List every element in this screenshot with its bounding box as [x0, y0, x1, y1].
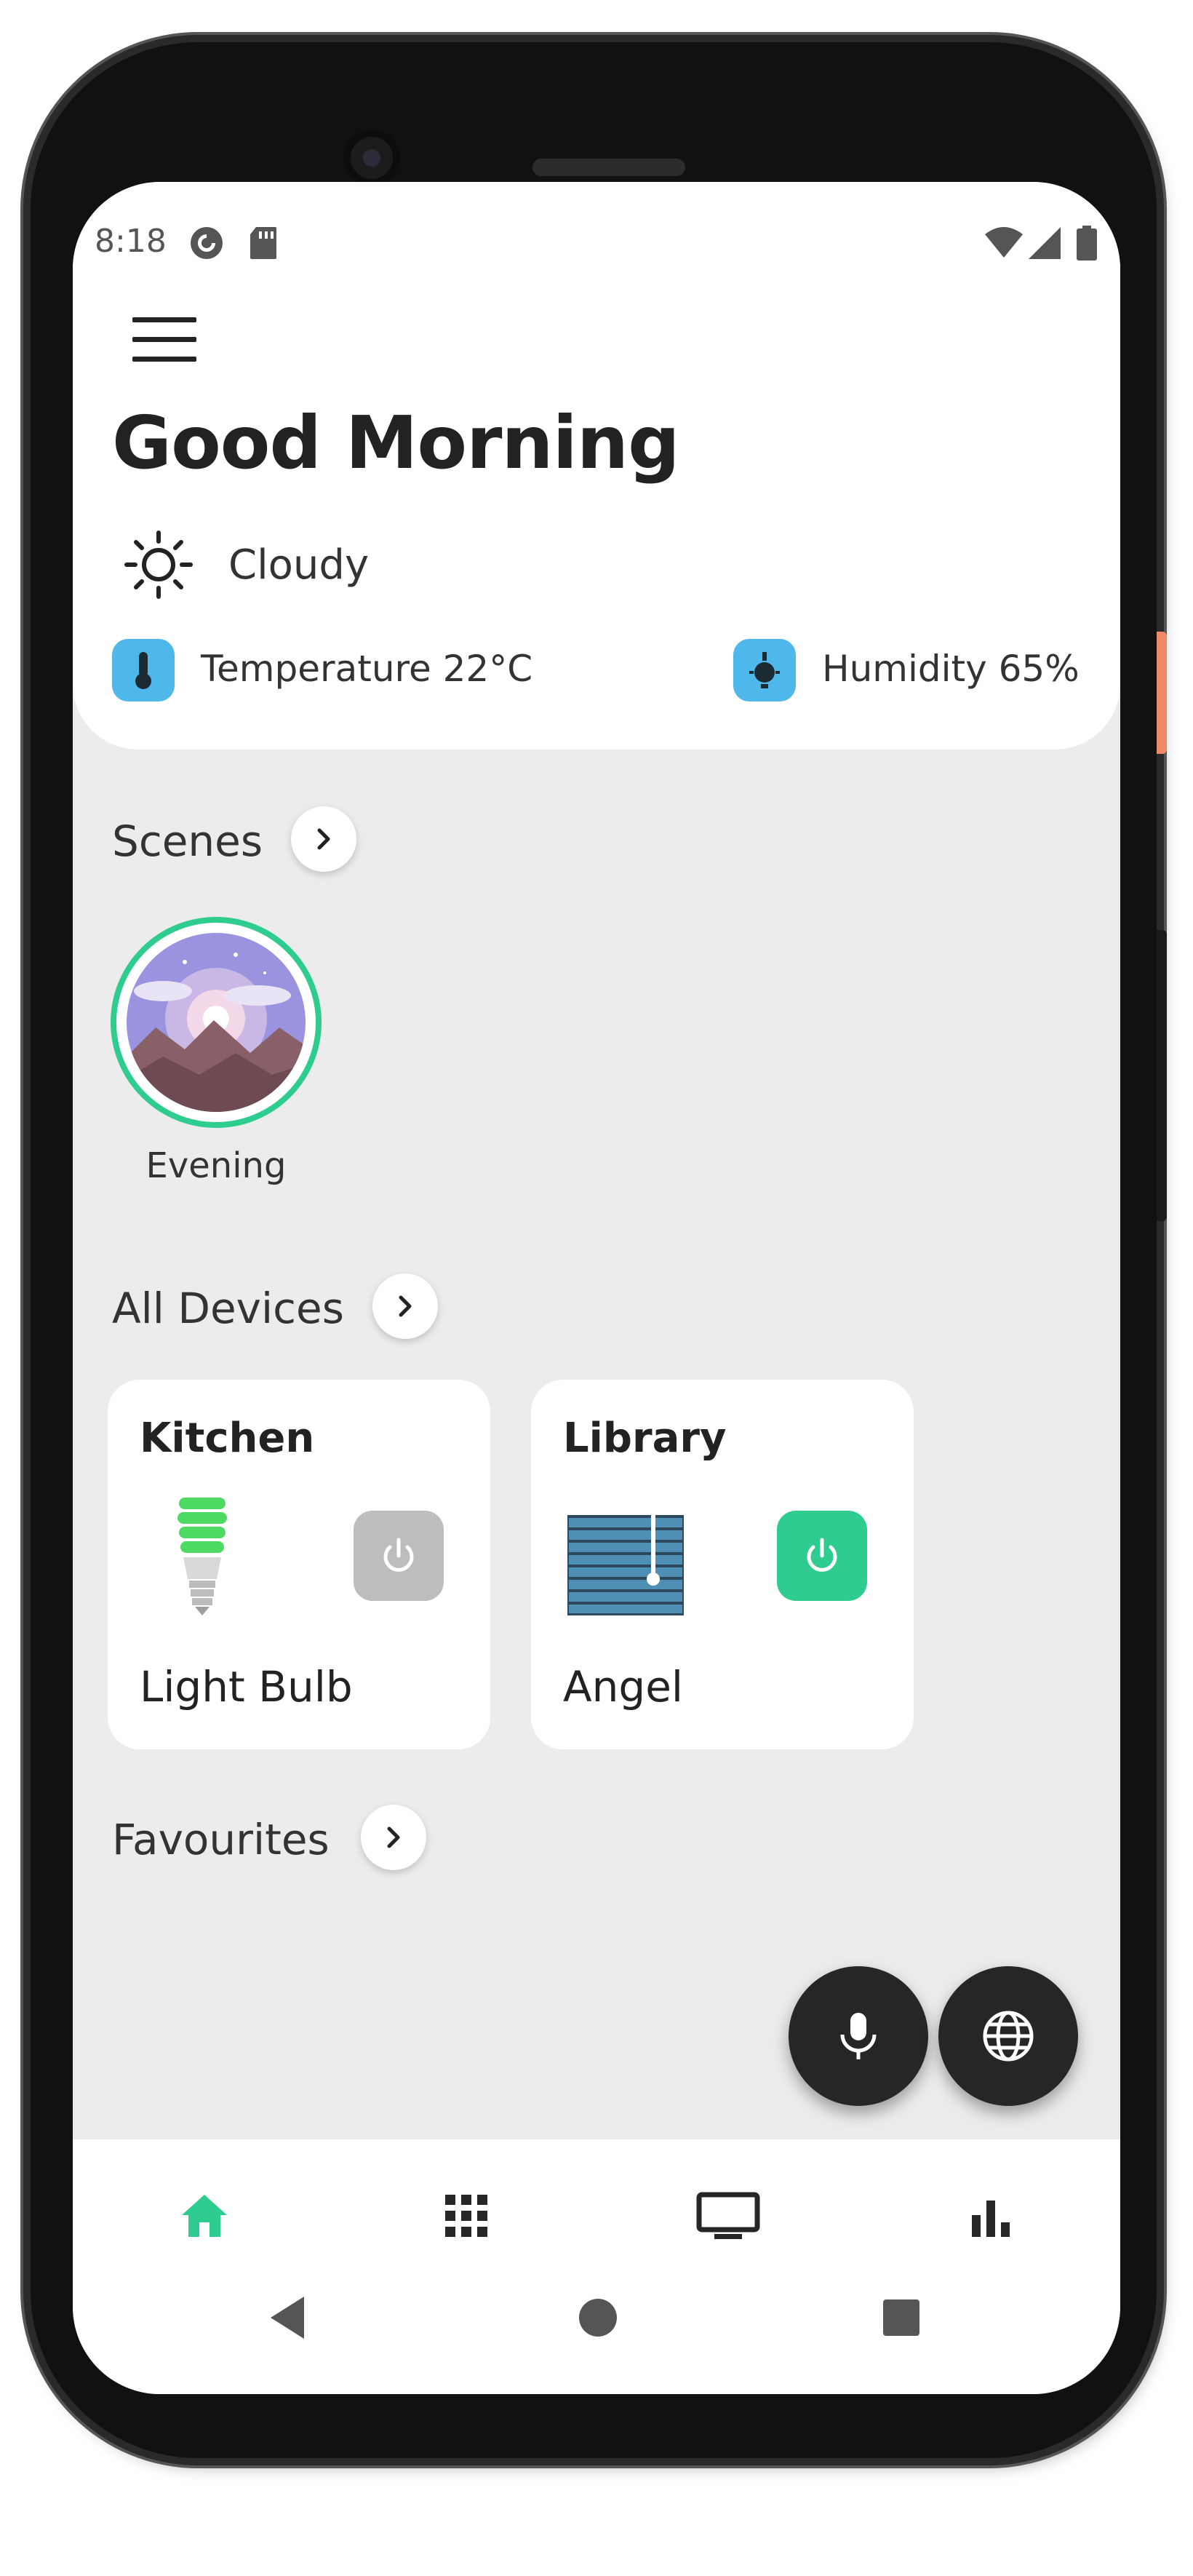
scene-label: Evening: [145, 1145, 287, 1186]
home-circle-icon[interactable]: [576, 2292, 620, 2343]
favourites-title: Favourites: [112, 1815, 330, 1864]
side-button-accent: [1157, 632, 1167, 754]
globe-icon: [983, 2011, 1034, 2062]
all-devices-more-button[interactable]: [372, 1273, 438, 1339]
sun-icon: [122, 528, 195, 601]
light-bulb-icon: [177, 1498, 227, 1615]
device-room: Kitchen: [140, 1415, 315, 1462]
sd-card-icon: [249, 226, 278, 263]
power-icon: [807, 1538, 837, 1572]
volume-button: [1157, 930, 1167, 1221]
bar-chart-icon: [972, 2201, 1010, 2237]
thermometer-icon: [112, 639, 175, 701]
nav-stats[interactable]: [950, 2176, 1030, 2256]
humidity-icon: [733, 639, 796, 701]
cell-signal-icon: [1027, 226, 1062, 263]
wifi-icon: [983, 226, 1024, 263]
scenes-more-button[interactable]: [291, 806, 356, 872]
header-card: 8:18 Good Morning Cloudy Temperature 22°…: [73, 182, 1120, 750]
status-bar: 8:18: [73, 182, 1120, 262]
nav-apps[interactable]: [426, 2176, 506, 2256]
pocket-casts-icon: [189, 226, 224, 263]
favourites-more-button[interactable]: [361, 1805, 426, 1870]
chevron-right-icon: [399, 1295, 412, 1317]
chevron-right-icon: [317, 828, 330, 850]
battery-icon: [1077, 226, 1097, 263]
sunset-mountains-image: [127, 933, 306, 1112]
front-camera: [343, 130, 400, 186]
device-room: Library: [563, 1415, 727, 1462]
voice-button[interactable]: [789, 1966, 928, 2106]
temperature-readout: Temperature 22°C: [201, 648, 533, 690]
app-screen: 8:18 Good Morning Cloudy Temperature 22°…: [73, 182, 1120, 2394]
home-icon: [182, 2195, 227, 2237]
language-button[interactable]: [938, 1966, 1078, 2106]
power-toggle-off[interactable]: [354, 1511, 444, 1601]
scene-evening[interactable]: [111, 917, 322, 1128]
device-card-library[interactable]: Library Angel: [531, 1380, 914, 1749]
status-time: 8:18: [95, 223, 167, 260]
page-title: Good Morning: [112, 400, 680, 485]
power-icon: [383, 1538, 414, 1572]
device-name: Angel: [563, 1662, 684, 1712]
tv-icon: [696, 2192, 760, 2239]
all-devices-title: All Devices: [112, 1284, 344, 1333]
device-card-kitchen[interactable]: Kitchen Light Bulb: [108, 1380, 490, 1749]
chevron-right-icon: [387, 1826, 400, 1848]
nav-devices[interactable]: [688, 2176, 768, 2256]
earpiece-speaker: [532, 159, 685, 176]
microphone-icon: [840, 2013, 877, 2059]
blinds-icon: [567, 1515, 684, 1615]
bottom-navigation: [73, 2139, 1120, 2394]
grid-icon: [445, 2195, 487, 2237]
weather-condition: Cloudy: [228, 541, 370, 589]
humidity-readout: Humidity 65%: [822, 648, 1080, 690]
device-name: Light Bulb: [140, 1662, 353, 1712]
power-toggle-on[interactable]: [777, 1511, 867, 1601]
back-icon[interactable]: [266, 2292, 310, 2343]
recents-icon[interactable]: [879, 2292, 922, 2343]
hamburger-menu-icon[interactable]: [132, 317, 196, 364]
nav-home[interactable]: [164, 2176, 244, 2256]
scenes-title: Scenes: [112, 816, 263, 866]
